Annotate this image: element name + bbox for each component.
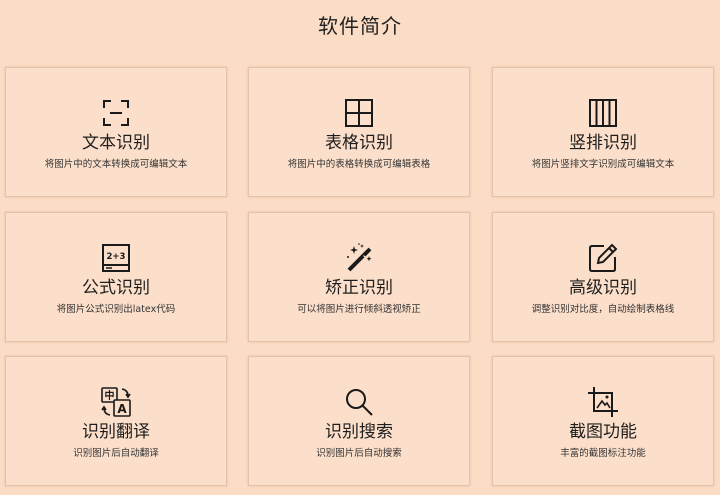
translate-icon-zh: 中 [105,389,115,402]
vertical-columns-icon [587,97,619,129]
card-title: 表格识别 [325,133,393,153]
card-title: 截图功能 [569,422,637,442]
card-search[interactable]: 识别搜索 识别图片后自动搜索 [248,356,470,486]
card-vertical-recognition[interactable]: 竖排识别 将图片竖排文字识别成可编辑文本 [492,67,714,197]
card-description: 将图片中的文本转换成可编辑文本 [44,159,188,170]
card-description: 可以将图片进行倾斜透视矫正 [297,304,421,315]
card-screenshot[interactable]: 截图功能 丰富的截图标注功能 [492,356,714,486]
text-scan-icon [100,97,132,129]
card-title: 识别搜索 [325,422,393,442]
card-description: 调整识别对比度，自动绘制表格线 [531,304,675,315]
card-title: 识别翻译 [82,422,150,442]
card-formula-recognition[interactable]: 2+3 公式识别 将图片公式识别出latex代码 [5,212,227,342]
card-text-recognition[interactable]: 文本识别 将图片中的文本转换成可编辑文本 [5,67,227,197]
formula-icon: 2+3 [100,242,132,274]
table-grid-icon [343,97,375,129]
card-description: 丰富的截图标注功能 [560,448,646,459]
card-description: 识别图片后自动翻译 [73,448,159,459]
card-title: 公式识别 [82,278,150,298]
card-title: 矫正识别 [325,278,393,298]
card-title: 竖排识别 [569,133,637,153]
translate-icon-en: A [117,402,127,416]
translate-icon: 中 A [100,386,132,418]
page-title: 软件简介 [318,14,402,38]
card-description: 识别图片后自动搜索 [316,448,402,459]
edit-pencil-icon [587,242,619,274]
card-table-recognition[interactable]: 表格识别 将图片中的表格转换成可编辑表格 [248,67,470,197]
card-description: 将图片竖排文字识别成可编辑文本 [531,159,675,170]
card-correction-recognition[interactable]: 矫正识别 可以将图片进行倾斜透视矫正 [248,212,470,342]
search-icon [343,386,375,418]
card-description: 将图片中的表格转换成可编辑表格 [287,159,431,170]
card-title: 高级识别 [569,278,637,298]
card-title: 文本识别 [82,133,150,153]
card-translation[interactable]: 中 A 识别翻译 识别图片后自动翻译 [5,356,227,486]
formula-icon-text: 2+3 [107,252,126,262]
magic-wand-icon [343,242,375,274]
screenshot-crop-icon [587,386,619,418]
card-advanced-recognition[interactable]: 高级识别 调整识别对比度，自动绘制表格线 [492,212,714,342]
card-description: 将图片公式识别出latex代码 [56,304,176,315]
